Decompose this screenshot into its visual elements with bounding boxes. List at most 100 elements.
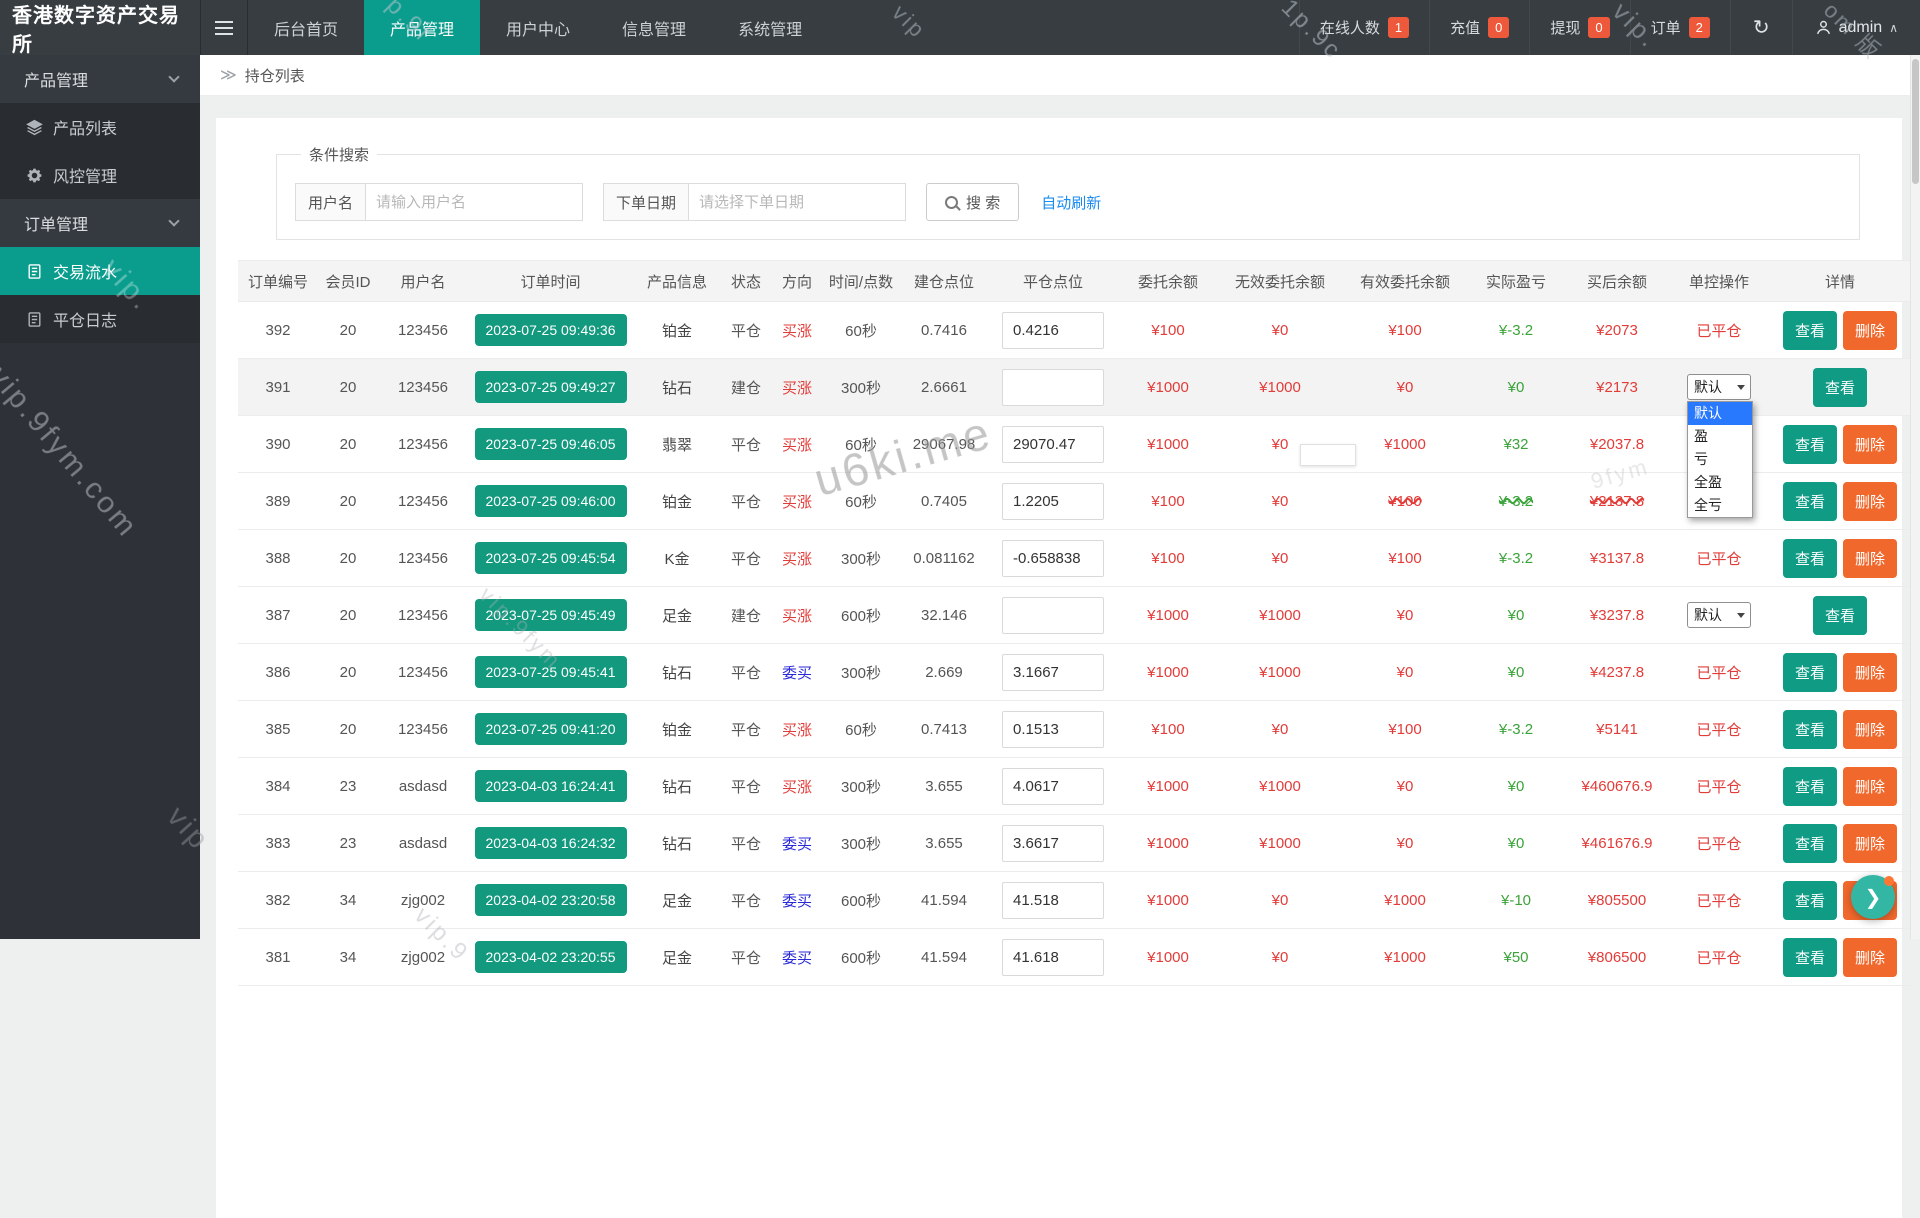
close-point-input[interactable] xyxy=(1002,939,1104,976)
dropdown-option[interactable]: 全亏 xyxy=(1688,494,1752,517)
delete-button[interactable]: 删除 xyxy=(1843,767,1897,806)
direction-value: 买涨 xyxy=(782,437,812,454)
order-time-button[interactable]: 2023-07-25 09:45:54 xyxy=(475,542,627,574)
dropdown-option[interactable]: 默认 xyxy=(1688,402,1752,425)
after-buy-balance-value: ¥3237.8 xyxy=(1590,607,1644,624)
view-button[interactable]: 查看 xyxy=(1783,824,1837,863)
order-time-button[interactable]: 2023-07-25 09:46:05 xyxy=(475,428,627,460)
view-button[interactable]: 查看 xyxy=(1783,881,1837,920)
hamburger-icon[interactable] xyxy=(200,0,248,55)
order-time-button[interactable]: 2023-04-03 16:24:32 xyxy=(475,827,627,859)
nav-item-2[interactable]: 产品管理 xyxy=(364,0,480,55)
view-button[interactable]: 查看 xyxy=(1813,368,1867,407)
order-time-button[interactable]: 2023-04-02 23:20:55 xyxy=(475,941,627,973)
table-row: 38134zjg0022023-04-02 23:20:55足金平仓委买600秒… xyxy=(238,929,1913,986)
order-date-input[interactable] xyxy=(688,183,906,221)
after-buy-balance-cell: ¥806500 xyxy=(1563,929,1671,986)
period-value: 300秒 xyxy=(841,779,881,796)
view-button[interactable]: 查看 xyxy=(1783,767,1837,806)
close-point-input[interactable] xyxy=(1002,597,1104,634)
order-time-button[interactable]: 2023-04-03 16:24:41 xyxy=(475,770,627,802)
floating-service-button[interactable]: ❯ xyxy=(1851,875,1895,919)
sidebar-item-风控管理[interactable]: 风控管理 xyxy=(0,151,200,199)
control-select[interactable]: 默认 xyxy=(1687,602,1751,628)
dropdown-option[interactable]: 亏 xyxy=(1688,448,1752,471)
after-buy-balance-cell: ¥2137.8 xyxy=(1563,473,1671,530)
username-input[interactable] xyxy=(365,183,583,221)
close-point-input[interactable] xyxy=(1002,312,1104,349)
order-time-button[interactable]: 2023-07-25 09:49:27 xyxy=(475,371,627,403)
sidebar-group-1[interactable]: 产品管理 xyxy=(0,55,200,103)
nav-item-3[interactable]: 用户中心 xyxy=(480,0,596,55)
chevron-down-icon xyxy=(168,71,179,82)
nav-stat-3[interactable]: 提现0 xyxy=(1529,0,1629,55)
close-point-input[interactable] xyxy=(1002,768,1104,805)
auto-refresh-link[interactable]: 自动刷新 xyxy=(1041,192,1101,213)
sidebar-item-平仓日志[interactable]: 平仓日志 xyxy=(0,295,200,343)
close-point-input[interactable] xyxy=(1002,654,1104,691)
vertical-scrollbar[interactable] xyxy=(1910,55,1920,939)
username-cell: asdasd xyxy=(378,758,468,815)
member-id-cell: 20 xyxy=(318,587,378,644)
username-cell: asdasd xyxy=(378,815,468,872)
sidebar-item-交易流水[interactable]: 交易流水 xyxy=(0,247,200,295)
view-button[interactable]: 查看 xyxy=(1783,482,1837,521)
table-row: 390201234562023-07-25 09:46:05翡翠平仓买涨60秒2… xyxy=(238,416,1913,473)
close-point-input[interactable] xyxy=(1002,540,1104,577)
nav-item-5[interactable]: 系统管理 xyxy=(712,0,828,55)
control-select[interactable]: 默认 xyxy=(1687,374,1751,400)
delete-button[interactable]: 删除 xyxy=(1843,311,1897,350)
admin-menu[interactable]: admin ∧ xyxy=(1792,0,1920,55)
sidebar-group-2[interactable]: 订单管理 xyxy=(0,199,200,247)
nav-stat-1[interactable]: 在线人数1 xyxy=(1299,0,1429,55)
order-time-button[interactable]: 2023-04-02 23:20:58 xyxy=(475,884,627,916)
nav-stat-2[interactable]: 充值0 xyxy=(1429,0,1529,55)
member-id-value: 20 xyxy=(340,436,357,453)
period-value: 600秒 xyxy=(841,950,881,967)
entrust-balance-value: ¥100 xyxy=(1151,721,1184,738)
scrollbar-thumb[interactable] xyxy=(1912,59,1919,184)
delete-button[interactable]: 删除 xyxy=(1843,425,1897,464)
close-point-input[interactable] xyxy=(1002,483,1104,520)
document-icon xyxy=(26,311,43,328)
order-time-button[interactable]: 2023-07-25 09:45:49 xyxy=(475,599,627,631)
single-control-cell: 已平仓 xyxy=(1671,644,1767,701)
order-time-button[interactable]: 2023-07-25 09:46:00 xyxy=(475,485,627,517)
view-button[interactable]: 查看 xyxy=(1783,539,1837,578)
search-button[interactable]: 搜 索 xyxy=(926,183,1019,221)
view-button[interactable]: 查看 xyxy=(1783,425,1837,464)
after-buy-balance-cell: ¥5141 xyxy=(1563,701,1671,758)
delete-button[interactable]: 删除 xyxy=(1843,653,1897,692)
order-time-button[interactable]: 2023-07-25 09:49:36 xyxy=(475,314,627,346)
dropdown-option[interactable]: 全盈 xyxy=(1688,471,1752,494)
order-time-button[interactable]: 2023-07-25 09:41:20 xyxy=(475,713,627,745)
nav-item-4[interactable]: 信息管理 xyxy=(596,0,712,55)
direction-value: 买涨 xyxy=(782,380,812,397)
nav-stat-4[interactable]: 订单2 xyxy=(1630,0,1730,55)
delete-button[interactable]: 删除 xyxy=(1843,539,1897,578)
closed-status-text: 已平仓 xyxy=(1696,836,1741,853)
close-point-input[interactable] xyxy=(1002,369,1104,406)
delete-button[interactable]: 删除 xyxy=(1843,482,1897,521)
order-time-button[interactable]: 2023-07-25 09:45:41 xyxy=(475,656,627,688)
view-button[interactable]: 查看 xyxy=(1813,596,1867,635)
close-point-input[interactable] xyxy=(1002,882,1104,919)
nav-item-1[interactable]: 后台首页 xyxy=(248,0,364,55)
refresh-button[interactable]: ↻ xyxy=(1730,0,1792,55)
view-button[interactable]: 查看 xyxy=(1783,710,1837,749)
sidebar-item-产品列表[interactable]: 产品列表 xyxy=(0,103,200,151)
delete-button[interactable]: 删除 xyxy=(1843,824,1897,863)
close-point-input[interactable] xyxy=(1002,825,1104,862)
username-cell: 123456 xyxy=(378,644,468,701)
delete-button[interactable]: 删除 xyxy=(1843,710,1897,749)
dropdown-option[interactable]: 盈 xyxy=(1688,425,1752,448)
actual-profit-cell: ¥50 xyxy=(1469,929,1563,986)
close-point-input[interactable] xyxy=(1002,426,1104,463)
view-button[interactable]: 查看 xyxy=(1783,311,1837,350)
delete-button[interactable]: 删除 xyxy=(1843,938,1897,977)
close-point-input[interactable] xyxy=(1002,711,1104,748)
direction-cell: 买涨 xyxy=(771,359,823,416)
view-button[interactable]: 查看 xyxy=(1783,938,1837,977)
view-button[interactable]: 查看 xyxy=(1783,653,1837,692)
entrust-balance-cell: ¥1000 xyxy=(1117,815,1219,872)
